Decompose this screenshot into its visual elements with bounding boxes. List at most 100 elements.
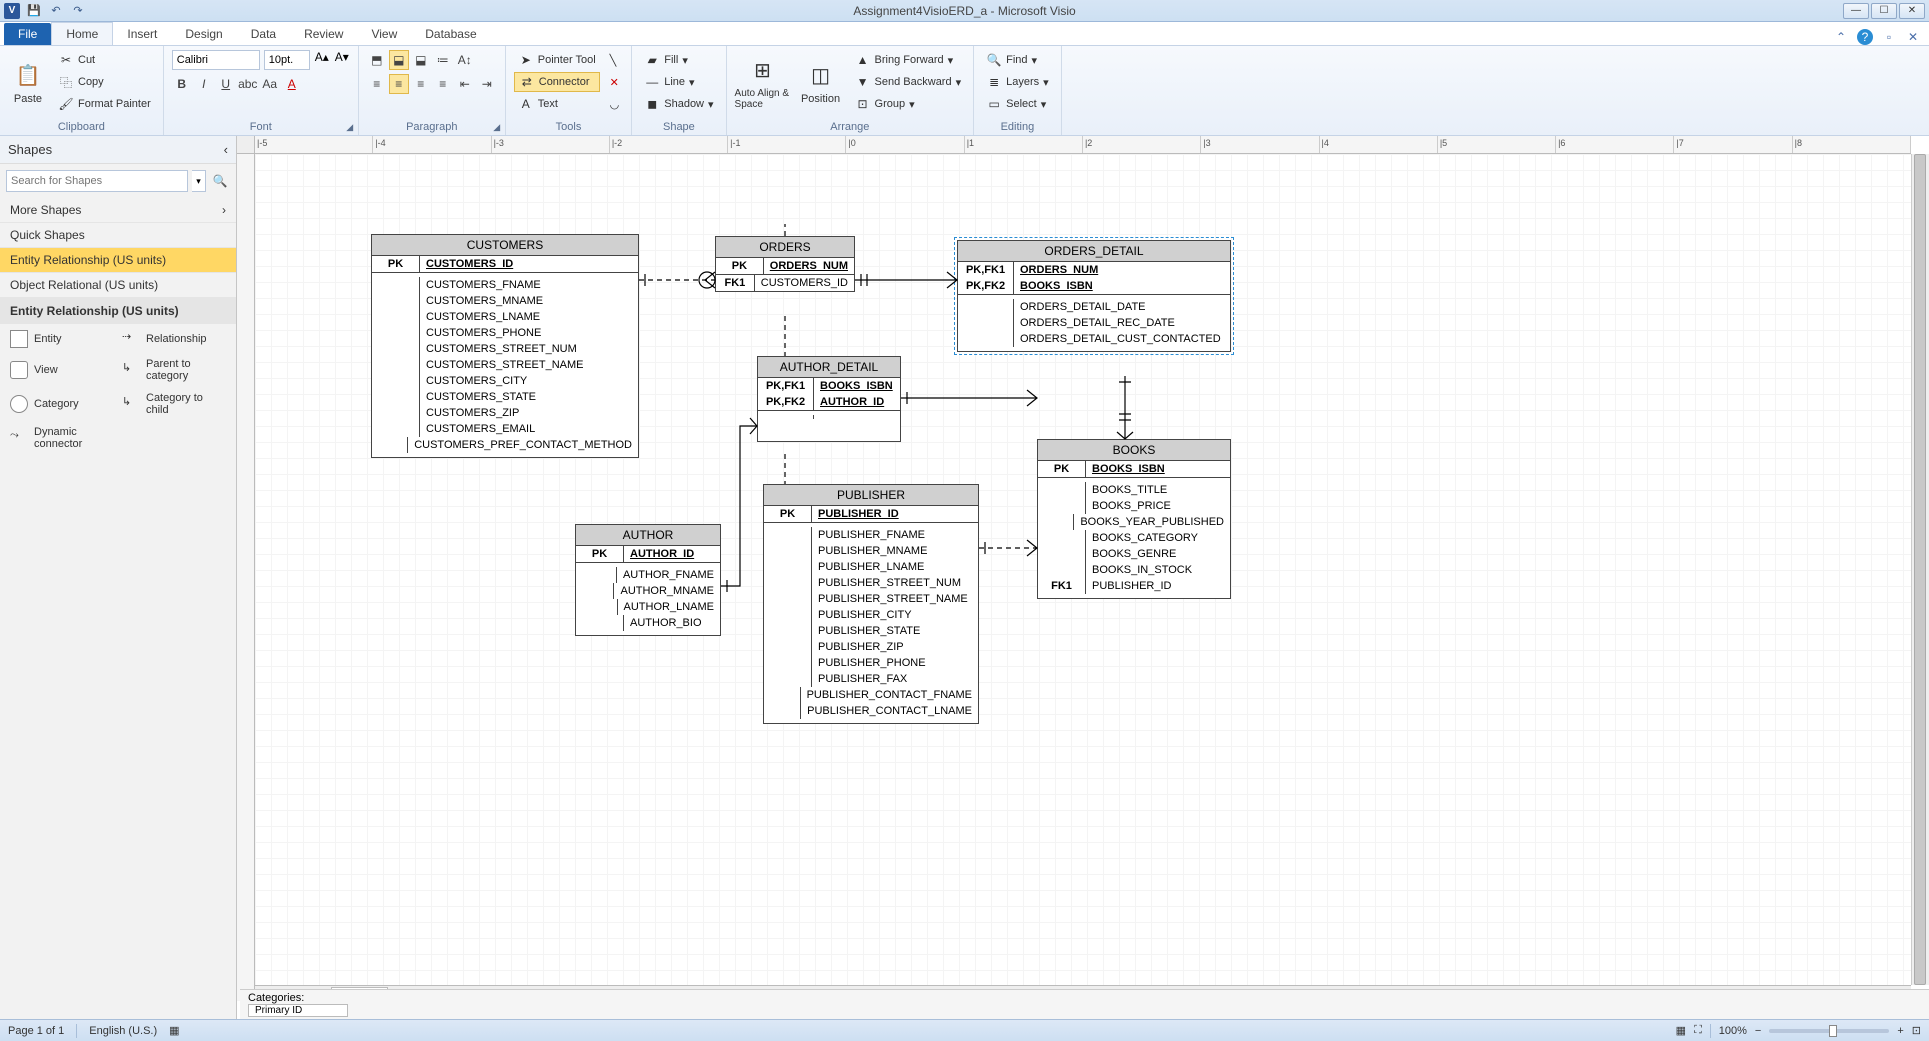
connector-tool-button[interactable]: ⇄Connector (514, 72, 600, 92)
position-button[interactable]: ◫Position (797, 50, 845, 114)
change-case-button[interactable]: Aa (260, 74, 280, 94)
group-arrange: ⊞Auto Align & Space ◫Position ▲Bring For… (727, 46, 975, 135)
bold-button[interactable]: B (172, 74, 192, 94)
select-icon: ▭ (986, 96, 1002, 112)
bullets-button[interactable]: ≔ (433, 50, 453, 70)
vertical-scrollbar[interactable] (1911, 154, 1929, 985)
shape-parent-to-category[interactable]: ↳Parent to category (122, 358, 226, 382)
zoom-out-button[interactable]: − (1755, 1025, 1761, 1037)
entity-orders-detail[interactable]: ORDERS_DETAIL PK,FK1ORDERS_NUM PK,FK2BOO… (957, 240, 1231, 352)
increase-indent-button[interactable]: ⇥ (477, 74, 497, 94)
presentation-mode-icon[interactable]: ▦ (1676, 1024, 1686, 1037)
entity-author[interactable]: AUTHOR PKAUTHOR_ID AUTHOR_FNAME AUTHOR_M… (575, 524, 721, 636)
er-us-stencil[interactable]: Entity Relationship (US units) (0, 248, 236, 273)
strikethrough-button[interactable]: abc (238, 74, 258, 94)
entity-orders[interactable]: ORDERS PKORDERS_NUM FK1CUSTOMERS_ID (715, 236, 855, 292)
entity-author-detail[interactable]: AUTHOR_DETAIL PK,FK1BOOKS_ISBN PK,FK2AUT… (757, 356, 901, 442)
entity-books[interactable]: BOOKS PKBOOKS_ISBN BOOKS_TITLE BOOKS_PRI… (1037, 439, 1231, 599)
shape-view[interactable]: View (10, 358, 114, 382)
zoom-level[interactable]: 100% (1719, 1025, 1747, 1037)
tab-database[interactable]: Database (411, 23, 490, 45)
font-color-button[interactable]: A (282, 74, 302, 94)
tab-file[interactable]: File (4, 23, 51, 45)
fill-button[interactable]: ▰Fill ▾ (640, 50, 717, 70)
quick-shapes-item[interactable]: Quick Shapes (0, 223, 236, 248)
shrink-font-icon[interactable]: A▾ (334, 50, 350, 70)
line-tool-button[interactable]: ╲ (606, 50, 624, 70)
pointer-tool-button[interactable]: ➤Pointer Tool (514, 50, 600, 70)
grow-font-icon[interactable]: A▴ (314, 50, 330, 70)
group-button[interactable]: ⊡Group ▾ (851, 94, 966, 114)
paste-button[interactable]: 📋 Paste (8, 50, 48, 114)
shapes-search-go[interactable]: 🔍 (210, 170, 230, 192)
minimize-button[interactable]: — (1843, 3, 1869, 19)
shapes-search-input[interactable] (6, 170, 188, 192)
tab-data[interactable]: Data (237, 23, 290, 45)
text-tool-button[interactable]: AText (514, 94, 600, 114)
cut-button[interactable]: ✂Cut (54, 50, 155, 70)
font-dialog-launcher[interactable]: ◢ (344, 121, 356, 133)
shape-category[interactable]: Category (10, 392, 114, 416)
shape-relationship[interactable]: ⇢Relationship (122, 330, 226, 348)
save-icon[interactable]: 💾 (26, 3, 42, 19)
help-icon[interactable]: ? (1857, 29, 1873, 45)
underline-button[interactable]: U (216, 74, 236, 94)
shape-dynamic-connector[interactable]: ⤳Dynamic connector (10, 426, 114, 450)
collapse-shapes-icon[interactable]: ‹ (224, 142, 228, 157)
tab-review[interactable]: Review (290, 23, 357, 45)
copy-button[interactable]: ⿻Copy (54, 72, 155, 92)
paragraph-dialog-launcher[interactable]: ◢ (491, 121, 503, 133)
close-button[interactable]: ✕ (1899, 3, 1925, 19)
maximize-button[interactable]: ☐ (1871, 3, 1897, 19)
editing-group-label: Editing (982, 119, 1053, 133)
align-center-button[interactable]: ≡ (389, 74, 409, 94)
undo-icon[interactable]: ↶ (48, 3, 64, 19)
shape-entity[interactable]: Entity (10, 330, 114, 348)
zoom-in-button[interactable]: + (1897, 1025, 1903, 1037)
shape-group-label: Shape (640, 119, 717, 133)
more-shapes-item[interactable]: More Shapes› (0, 198, 236, 223)
restore-window-icon[interactable]: ▫ (1881, 29, 1897, 45)
select-button[interactable]: ▭Select ▾ (982, 94, 1053, 114)
find-button[interactable]: 🔍Find ▾ (982, 50, 1053, 70)
shapes-search-dropdown[interactable]: ▾ (192, 170, 206, 192)
document-close-icon[interactable]: ✕ (1905, 29, 1921, 45)
align-top-button[interactable]: ⬒ (367, 50, 387, 70)
redo-icon[interactable]: ↷ (70, 3, 86, 19)
delete-connector-button[interactable]: ✕ (606, 72, 624, 92)
bring-forward-button[interactable]: ▲Bring Forward ▾ (851, 50, 966, 70)
tab-view[interactable]: View (357, 23, 411, 45)
align-right-button[interactable]: ≡ (411, 74, 431, 94)
entity-customers[interactable]: CUSTOMERS PKCUSTOMERS_ID CUSTOMERS_FNAME… (371, 234, 639, 458)
ellipse-tool-button[interactable]: ◡ (606, 94, 624, 114)
align-middle-button[interactable]: ⬓ (389, 50, 409, 70)
format-painter-button[interactable]: 🖌Format Painter (54, 94, 155, 114)
fit-window-icon[interactable]: ⊡ (1912, 1024, 1921, 1037)
decrease-indent-button[interactable]: ⇤ (455, 74, 475, 94)
tab-insert[interactable]: Insert (113, 23, 171, 45)
line-button[interactable]: ―Line ▾ (640, 72, 717, 92)
zoom-slider[interactable] (1769, 1029, 1889, 1033)
align-bottom-button[interactable]: ⬓ (411, 50, 431, 70)
shape-category-to-child[interactable]: ↳Category to child (122, 392, 226, 416)
auto-align-button[interactable]: ⊞Auto Align & Space (735, 50, 791, 114)
tab-home[interactable]: Home (51, 22, 113, 45)
clipboard-group-label: Clipboard (8, 119, 155, 133)
font-name-select[interactable]: Calibri (172, 50, 260, 70)
font-size-select[interactable]: 10pt. (264, 50, 310, 70)
minimize-ribbon-icon[interactable]: ⌃ (1833, 29, 1849, 45)
send-backward-button[interactable]: ▼Send Backward ▾ (851, 72, 966, 92)
justify-button[interactable]: ≡ (433, 74, 453, 94)
layers-button[interactable]: ≣Layers ▾ (982, 72, 1053, 92)
tab-design[interactable]: Design (171, 23, 236, 45)
text-direction-button[interactable]: A↕ (455, 50, 475, 70)
drawing-canvas[interactable]: CUSTOMERS PKCUSTOMERS_ID CUSTOMERS_FNAME… (255, 154, 1911, 985)
italic-button[interactable]: I (194, 74, 214, 94)
full-screen-icon[interactable]: ⛶ (1694, 1024, 1702, 1037)
align-left-button[interactable]: ≡ (367, 74, 387, 94)
macro-icon[interactable]: ▦ (169, 1024, 179, 1037)
or-us-stencil[interactable]: Object Relational (US units) (0, 273, 236, 298)
entity-publisher[interactable]: PUBLISHER PKPUBLISHER_ID PUBLISHER_FNAME… (763, 484, 979, 724)
title-bar: V 💾 ↶ ↷ Assignment4VisioERD_a - Microsof… (0, 0, 1929, 22)
shadow-button[interactable]: ◼Shadow ▾ (640, 94, 717, 114)
